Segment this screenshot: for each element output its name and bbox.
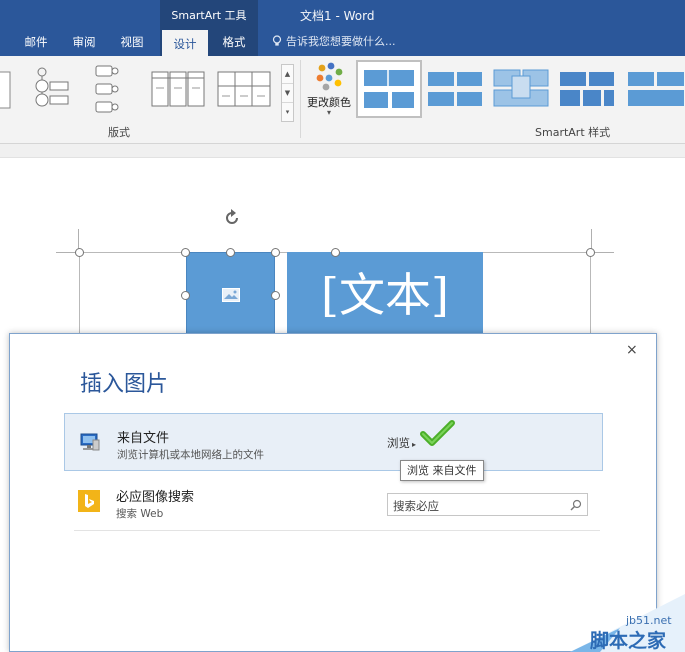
ribbon-footer [0,144,685,158]
gallery-more-icon[interactable]: ▾ [282,103,293,122]
from-file-subtitle: 浏览计算机或本地网络上的文件 [117,449,264,461]
from-file-title: 来自文件 [117,431,170,446]
green-checkmark-icon [420,420,455,446]
style-thumbnail[interactable] [424,62,486,116]
dropdown-arrow-icon: ▾ [326,108,331,117]
search-icon[interactable] [570,499,582,511]
style-thumbnail[interactable] [356,60,422,118]
from-file-row[interactable]: 来自文件 浏览计算机或本地网络上的文件 浏览 ▸ [64,413,603,471]
tell-me-label: 告诉我您想要做什么... [286,35,396,48]
bing-search-row: 必应图像搜索 搜索 Web 搜索必应 [64,473,603,531]
title-bar: SmartArt 工具 文档1 - Word 邮件 审阅 视图 设计 格式 告诉… [0,0,685,56]
layout-thumbnail[interactable] [216,62,276,118]
smartart-picture-shape[interactable] [186,252,275,342]
layouts-gallery: ▲ ▼ ▾ [0,60,296,122]
layout-thumbnail[interactable] [20,62,80,118]
resize-handle[interactable] [271,291,280,300]
resize-handle[interactable] [75,248,84,257]
picture-placeholder-icon[interactable] [222,288,240,302]
browse-link[interactable]: 浏览 ▸ [387,435,416,451]
layout-thumbnail[interactable] [80,62,140,118]
group-separator [300,60,301,138]
window-title: 文档1 - Word [300,9,375,23]
palette-icon [316,62,343,91]
computer-icon [80,433,100,451]
row-divider [74,530,600,531]
layouts-gallery-scroll[interactable]: ▲ ▼ ▾ [281,64,294,122]
style-thumbnail[interactable] [490,62,552,116]
watermark-text: 脚本之家 [590,630,667,652]
bing-search-subtitle: 搜索 Web [116,508,164,520]
bing-search-input[interactable]: 搜索必应 [387,493,588,516]
chevron-right-icon: ▸ [412,440,417,449]
site-watermark: jb51.net 脚本之家 [540,586,685,652]
smartart-text-shape[interactable]: [文本] [287,252,483,342]
dialog-title: 插入图片 [80,372,169,397]
ribbon: ▲ ▼ ▾ 版式 更改颜色 ▾ SmartArt 样式 [0,56,685,144]
resize-handle[interactable] [331,248,340,257]
bing-search-placeholder: 搜索必应 [393,499,439,513]
lightbulb-icon [272,35,282,46]
bing-logo-icon [78,490,100,512]
resize-handle[interactable] [586,248,595,257]
style-thumbnail[interactable] [622,62,684,116]
tell-me-box[interactable]: 告诉我您想要做什么... [272,30,396,56]
scroll-up-icon[interactable]: ▲ [282,65,293,84]
resize-handle[interactable] [181,291,190,300]
rotate-handle-icon[interactable] [222,208,242,228]
layout-thumbnail[interactable] [150,62,210,118]
close-icon[interactable]: × [626,342,638,358]
layouts-group-label: 版式 [108,126,130,139]
bing-search-title: 必应图像搜索 [116,490,195,505]
tab-design[interactable]: 设计 [162,30,208,56]
smartart-styles-gallery [356,60,685,120]
tab-format[interactable]: 格式 [212,30,256,56]
smartart-styles-group-label: SmartArt 样式 [535,126,611,139]
resize-handle[interactable] [181,248,190,257]
tab-mailings[interactable]: 邮件 [14,30,58,56]
style-thumbnail[interactable] [556,62,618,116]
tab-view[interactable]: 视图 [110,30,154,56]
change-colors-button[interactable]: 更改颜色 ▾ [304,60,354,120]
resize-handle[interactable] [271,248,280,257]
browse-label: 浏览 [387,436,410,450]
context-group-title: SmartArt 工具 [171,9,247,22]
scroll-down-icon[interactable]: ▼ [282,84,293,103]
resize-handle[interactable] [226,248,235,257]
tab-review[interactable]: 审阅 [62,30,106,56]
